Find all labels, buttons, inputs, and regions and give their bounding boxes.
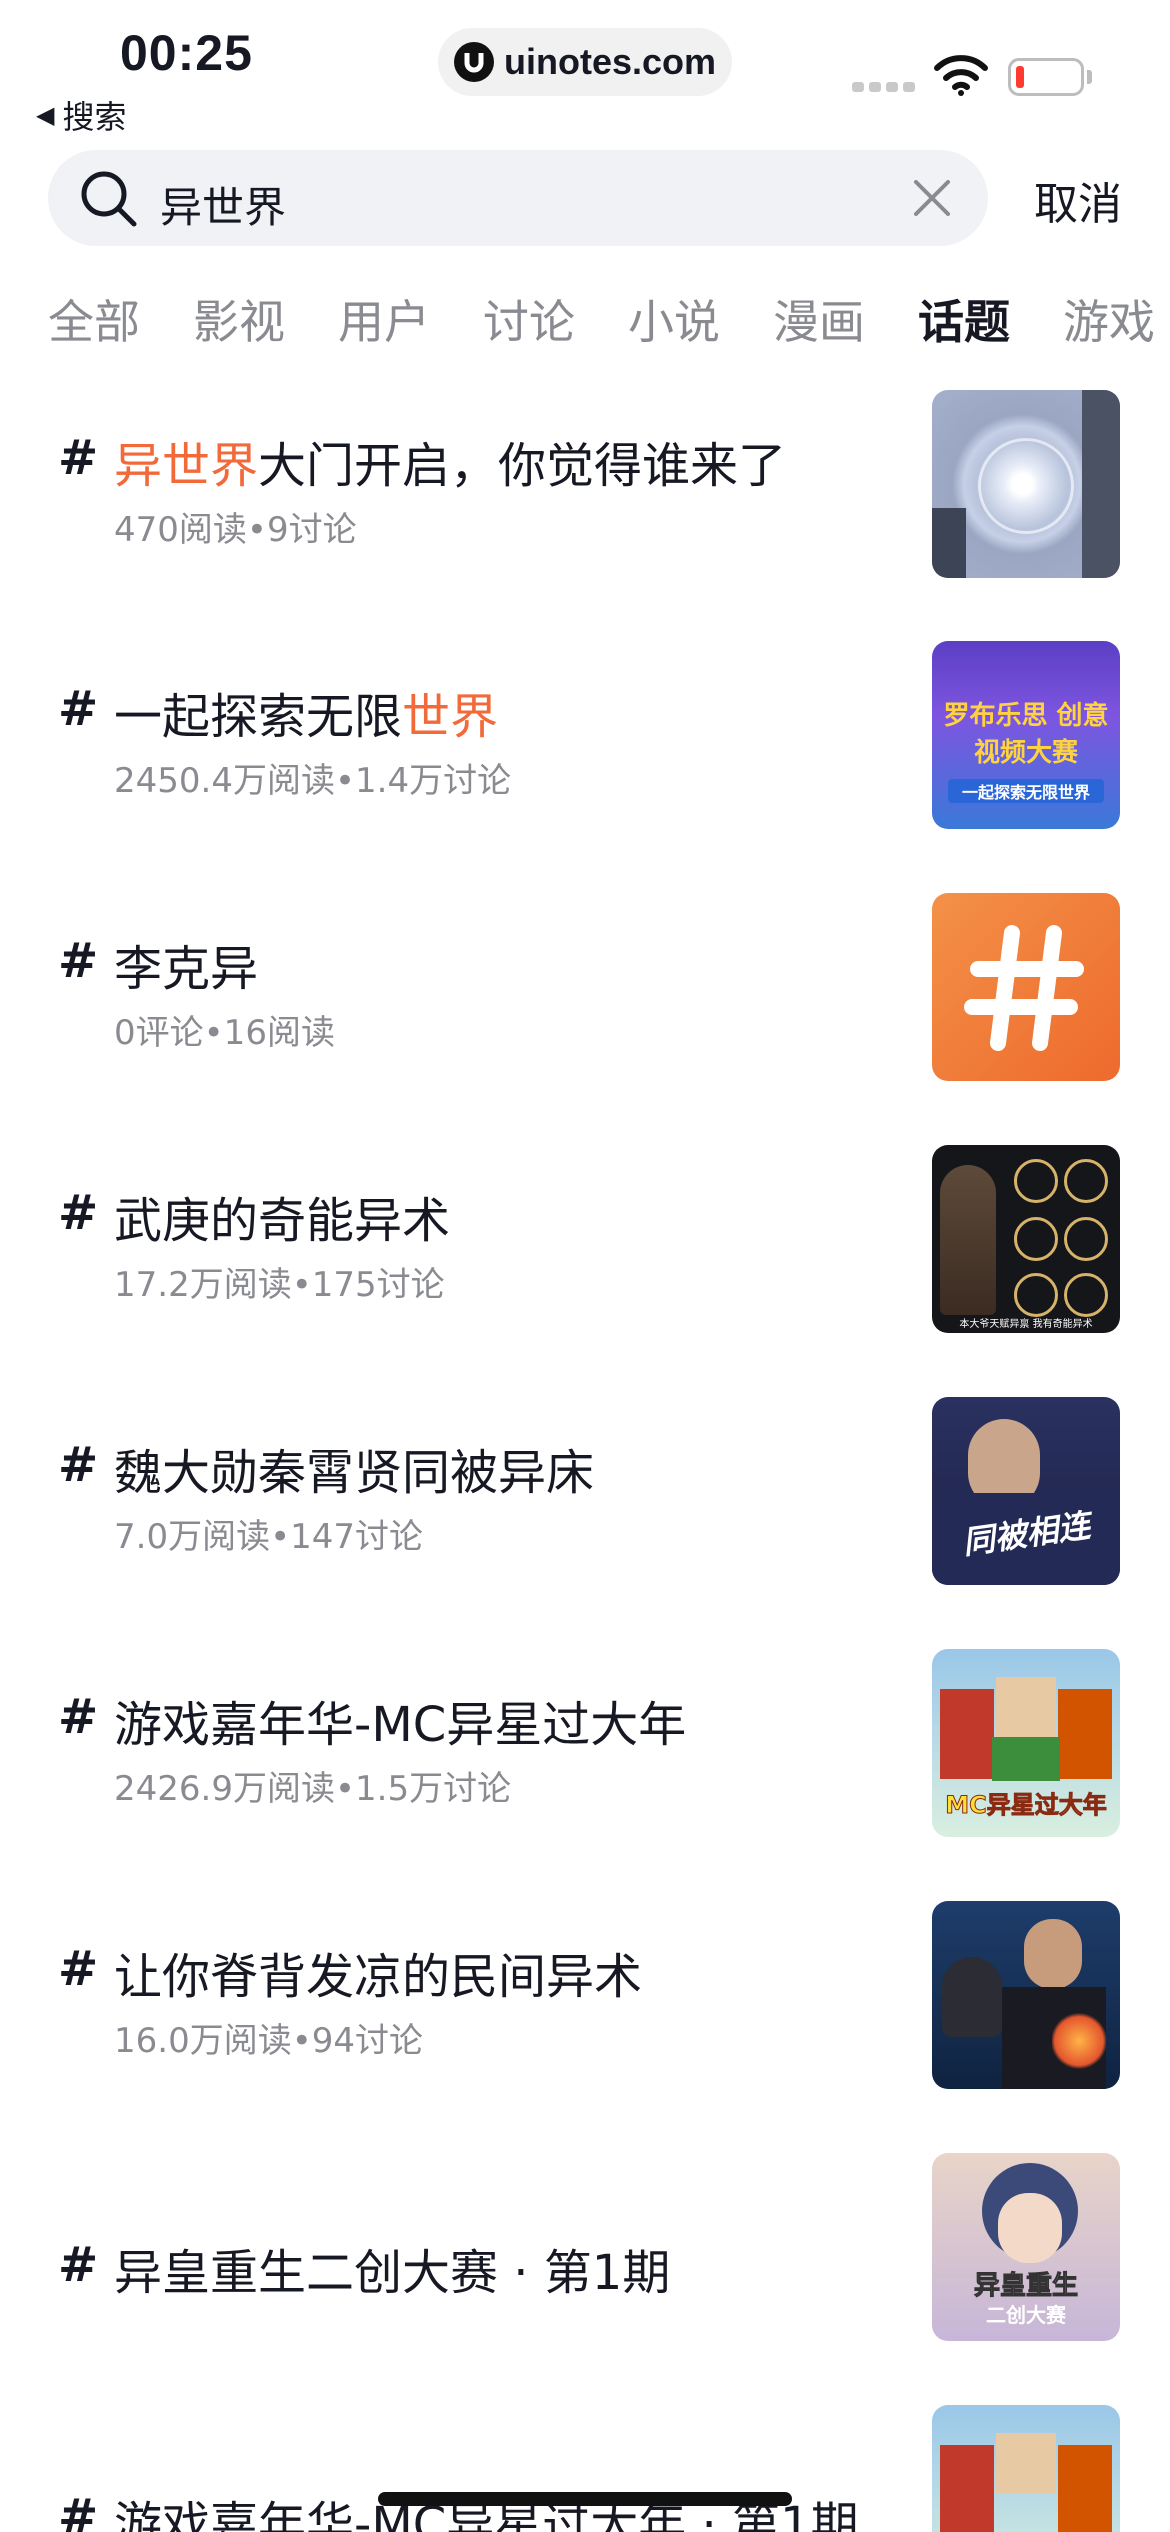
home-indicator[interactable] xyxy=(378,2492,792,2506)
topic-item[interactable]: # 李克异 0评论•16阅读 xyxy=(0,893,1170,1145)
hash-icon xyxy=(964,925,1084,1051)
topic-thumbnail xyxy=(932,893,1120,1081)
battery-icon xyxy=(1008,58,1084,96)
tab-comic[interactable]: 漫画 xyxy=(773,286,865,352)
site-logo-icon xyxy=(453,42,494,82)
category-tabs: 全部 影视 用户 讨论 小说 漫画 话题 游戏 xyxy=(48,286,1170,356)
topic-item[interactable]: # 一起探索无限世界 2450.4万阅读•1.4万讨论 罗布乐思 创意视频大赛 … xyxy=(0,641,1170,893)
topic-item[interactable]: # 游戏嘉年华-MC异星过大年 · 第1期 xyxy=(0,2405,1170,2532)
tab-topics[interactable]: 话题 xyxy=(918,286,1010,352)
cancel-button[interactable]: 取消 xyxy=(1034,168,1122,232)
tab-novel[interactable]: 小说 xyxy=(628,286,720,352)
topic-title: 一起探索无限世界 xyxy=(114,689,499,745)
url-pill[interactable]: uinotes.com xyxy=(438,28,732,96)
topic-meta: 7.0万阅读•147讨论 xyxy=(114,1517,424,1557)
topic-title: 李克异 xyxy=(114,941,259,997)
topic-meta: 0评论•16阅读 xyxy=(114,1013,335,1053)
tab-discussion[interactable]: 讨论 xyxy=(483,286,575,352)
hashtag-icon: # xyxy=(58,1437,99,1493)
tab-all[interactable]: 全部 xyxy=(48,286,140,352)
topic-thumbnail: 同被相连 xyxy=(932,1397,1120,1585)
back-label: 搜索 xyxy=(62,98,127,136)
topic-meta: 16.0万阅读•94讨论 xyxy=(114,2021,424,2061)
tab-video[interactable]: 影视 xyxy=(193,286,285,352)
hashtag-icon: # xyxy=(58,1941,99,1997)
topic-meta: 470阅读•9讨论 xyxy=(114,510,357,550)
topic-item[interactable]: # 武庚的奇能异术 17.2万阅读•175讨论 本大爷天赋异禀 我有奇能异术 xyxy=(0,1145,1170,1397)
search-input[interactable]: 异世界 xyxy=(160,174,286,235)
topic-thumbnail: MC异星过大年 xyxy=(932,1649,1120,1837)
topic-meta: 2450.4万阅读•1.4万讨论 xyxy=(114,761,512,801)
battery-tip xyxy=(1087,70,1092,84)
topic-item[interactable]: # 魏大勋秦霄贤同被异床 7.0万阅读•147讨论 同被相连 xyxy=(0,1397,1170,1649)
back-arrow-icon: ◀ xyxy=(36,101,55,129)
topic-title: 让你脊背发凉的民间异术 xyxy=(114,1949,643,2005)
topic-thumbnail: 本大爷天赋异禀 我有奇能异术 xyxy=(932,1145,1120,1333)
topic-title: 异世界大门开启，你觉得谁来了 xyxy=(114,438,787,494)
hashtag-icon: # xyxy=(58,1689,99,1745)
tab-users[interactable]: 用户 xyxy=(338,286,430,352)
hashtag-icon: # xyxy=(58,681,99,737)
topic-thumbnail xyxy=(932,390,1120,578)
search-icon xyxy=(78,168,140,234)
topic-item[interactable]: # 异世界大门开启，你觉得谁来了 470阅读•9讨论 xyxy=(0,390,1170,642)
search-bar[interactable]: 异世界 xyxy=(48,150,988,246)
topic-thumbnail xyxy=(932,1901,1120,2089)
topic-meta: 17.2万阅读•175讨论 xyxy=(114,1265,445,1305)
hashtag-icon: # xyxy=(58,933,99,989)
topic-meta: 2426.9万阅读•1.5万讨论 xyxy=(114,1769,512,1809)
hashtag-icon: # xyxy=(58,430,99,486)
topic-title: 游戏嘉年华-MC异星过大年 xyxy=(114,1697,687,1753)
topic-title: 武庚的奇能异术 xyxy=(114,1193,451,1249)
topic-thumbnail xyxy=(932,2405,1120,2532)
hashtag-icon: # xyxy=(58,2237,99,2293)
topic-thumbnail: 罗布乐思 创意视频大赛 一起探索无限世界 xyxy=(932,641,1120,829)
topic-thumbnail: 异皇重生 二创大赛 xyxy=(932,2153,1120,2341)
wifi-icon xyxy=(934,54,988,100)
hashtag-icon: # xyxy=(58,2489,99,2532)
url-text: uinotes.com xyxy=(503,41,717,82)
tab-games[interactable]: 游戏 xyxy=(1063,286,1155,352)
topic-item[interactable]: # 游戏嘉年华-MC异星过大年 2426.9万阅读•1.5万讨论 MC异星过大年 xyxy=(0,1649,1170,1901)
topic-title: 魏大勋秦霄贤同被异床 xyxy=(114,1445,595,1501)
status-time: 00:25 xyxy=(120,25,253,81)
hashtag-icon: # xyxy=(58,1185,99,1241)
clear-icon[interactable] xyxy=(910,176,954,224)
topic-item[interactable]: # 让你脊背发凉的民间异术 16.0万阅读•94讨论 xyxy=(0,1901,1170,2153)
topic-item[interactable]: # 异皇重生二创大赛 · 第1期 异皇重生 二创大赛 xyxy=(0,2153,1170,2405)
back-to-search-button[interactable]: ◀ 搜索 xyxy=(36,92,126,138)
cellular-signal-icon xyxy=(852,82,915,92)
topic-title: 异皇重生二创大赛 · 第1期 xyxy=(114,2245,671,2301)
